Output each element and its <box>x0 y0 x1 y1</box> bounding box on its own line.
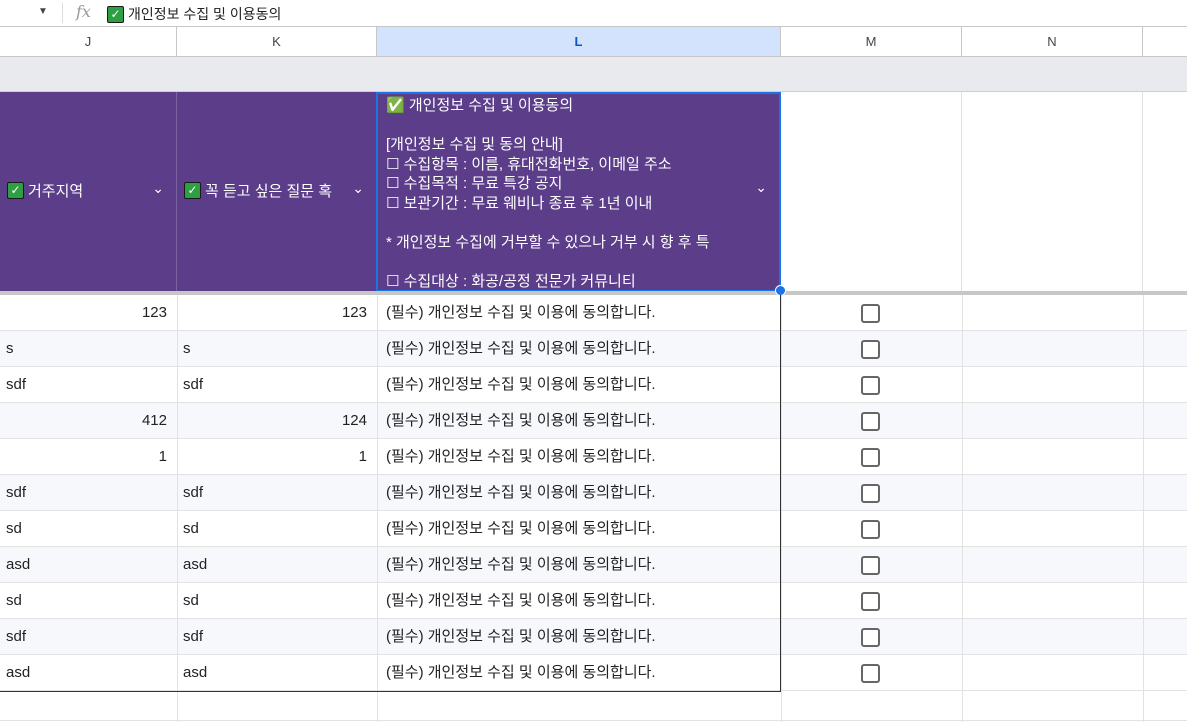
checkbox[interactable] <box>861 556 880 575</box>
cell-l[interactable]: (필수) 개인정보 수집 및 이용에 동의합니다. <box>377 367 781 403</box>
grid-line <box>1143 295 1144 722</box>
header-cell-l[interactable]: ✅ 개인정보 수집 및 이용동의 [개인정보 수집 및 동의 안내] ☐ 수집항… <box>376 92 781 292</box>
header-cell-k[interactable]: ✓ 꼭 듣고 싶은 질문 혹 ⌄ <box>177 92 377 292</box>
empty-row <box>0 691 1187 721</box>
cell-l[interactable]: (필수) 개인정보 수집 및 이용에 동의합니다. <box>377 583 781 619</box>
table-row: asd asd (필수) 개인정보 수집 및 이용에 동의합니다. <box>0 547 1187 583</box>
column-header-n[interactable]: N <box>962 27 1143 57</box>
cell-k[interactable]: sdf <box>177 475 377 511</box>
checkmark-icon: ✓ <box>7 182 24 199</box>
checkmark-icon: ✓ <box>107 5 124 23</box>
column-header-j[interactable]: J <box>0 27 177 57</box>
cell-j[interactable]: s <box>0 331 177 367</box>
cell-l[interactable]: (필수) 개인정보 수집 및 이용에 동의합니다. <box>377 655 781 691</box>
cell-l[interactable]: (필수) 개인정보 수집 및 이용에 동의합니다. <box>377 475 781 511</box>
grid-line <box>177 295 178 722</box>
cell-k[interactable]: s <box>177 331 377 367</box>
table-row: sd sd (필수) 개인정보 수집 및 이용에 동의합니다. <box>0 583 1187 619</box>
table-row: sdf sdf (필수) 개인정보 수집 및 이용에 동의합니다. <box>0 367 1187 403</box>
frozen-row <box>0 57 1187 92</box>
cell-k[interactable]: asd <box>177 655 377 691</box>
cell-k[interactable]: sd <box>177 511 377 547</box>
formula-input[interactable]: ✓ 개인정보 수집 및 이용동의 <box>107 4 281 24</box>
cell-j[interactable]: 1 <box>0 439 177 475</box>
checkbox[interactable] <box>861 412 880 431</box>
formula-bar: ▼ fx ✓ 개인정보 수집 및 이용동의 <box>0 0 1187 27</box>
cell-j[interactable]: asd <box>0 547 177 583</box>
cell-k[interactable]: sdf <box>177 619 377 655</box>
table-row: sdf sdf (필수) 개인정보 수집 및 이용에 동의합니다. <box>0 475 1187 511</box>
column-header-l[interactable]: L <box>377 27 781 57</box>
cell-j[interactable]: sdf <box>0 619 177 655</box>
cell-l[interactable]: (필수) 개인정보 수집 및 이용에 동의합니다. <box>377 439 781 475</box>
header-label: 꼭 듣고 싶은 질문 혹 <box>205 183 333 200</box>
cell-l[interactable]: (필수) 개인정보 수집 및 이용에 동의합니다. <box>377 295 781 331</box>
header-label: 거주지역 <box>28 183 84 200</box>
cell-k[interactable]: sd <box>177 583 377 619</box>
name-box-dropdown-icon[interactable]: ▼ <box>38 6 48 17</box>
checkbox[interactable] <box>861 520 880 539</box>
header-cell-m[interactable] <box>781 92 962 292</box>
checkbox[interactable] <box>861 628 880 647</box>
cell-j[interactable]: asd <box>0 655 177 691</box>
cell-j[interactable]: 412 <box>0 403 177 439</box>
cell-j[interactable]: sd <box>0 511 177 547</box>
cell-k[interactable]: asd <box>177 547 377 583</box>
cell-l[interactable]: (필수) 개인정보 수집 및 이용에 동의합니다. <box>377 331 781 367</box>
checkbox[interactable] <box>861 664 880 683</box>
checkbox[interactable] <box>861 304 880 323</box>
checkmark-icon: ✓ <box>184 182 201 199</box>
checkbox[interactable] <box>861 448 880 467</box>
formula-value: 개인정보 수집 및 이용동의 <box>128 6 282 22</box>
column-header-o[interactable] <box>1143 27 1187 57</box>
table-row: 412 124 (필수) 개인정보 수집 및 이용에 동의합니다. <box>0 403 1187 439</box>
cell-l[interactable]: (필수) 개인정보 수집 및 이용에 동의합니다. <box>377 619 781 655</box>
fx-icon: fx <box>76 2 91 21</box>
grid-line <box>377 295 378 722</box>
cell-l[interactable]: (필수) 개인정보 수집 및 이용에 동의합니다. <box>377 403 781 439</box>
cell-j[interactable]: 123 <box>0 295 177 331</box>
header-cell-n[interactable] <box>962 92 1143 292</box>
divider <box>62 3 63 23</box>
table-row: 123 123 (필수) 개인정보 수집 및 이용에 동의합니다. <box>0 295 1187 331</box>
cell-l[interactable]: (필수) 개인정보 수집 및 이용에 동의합니다. <box>377 511 781 547</box>
cell-k[interactable]: 123 <box>177 295 377 331</box>
grid-line <box>962 295 963 722</box>
cell-k[interactable]: sdf <box>177 367 377 403</box>
checkbox[interactable] <box>861 592 880 611</box>
cell-l[interactable]: (필수) 개인정보 수집 및 이용에 동의합니다. <box>377 547 781 583</box>
header-label: ✅ 개인정보 수집 및 이용동의 [개인정보 수집 및 동의 안내] ☐ 수집항… <box>386 97 710 290</box>
cell-k[interactable]: 1 <box>177 439 377 475</box>
cell-k[interactable]: 124 <box>177 403 377 439</box>
chevron-down-icon[interactable]: ⌄ <box>152 180 164 197</box>
table-row: asd asd (필수) 개인정보 수집 및 이용에 동의합니다. <box>0 655 1187 691</box>
checkbox[interactable] <box>861 340 880 359</box>
table-row: s s (필수) 개인정보 수집 및 이용에 동의합니다. <box>0 331 1187 367</box>
header-cell-j[interactable]: ✓ 거주지역 ⌄ <box>0 92 177 292</box>
table-row: 1 1 (필수) 개인정보 수집 및 이용에 동의합니다. <box>0 439 1187 475</box>
cell-j[interactable]: sdf <box>0 475 177 511</box>
chevron-down-icon[interactable]: ⌄ <box>755 178 767 198</box>
column-header-k[interactable]: K <box>177 27 377 57</box>
cell-j[interactable]: sd <box>0 583 177 619</box>
chevron-down-icon[interactable]: ⌄ <box>352 180 364 197</box>
table-row: sdf sdf (필수) 개인정보 수집 및 이용에 동의합니다. <box>0 619 1187 655</box>
table-row: sd sd (필수) 개인정보 수집 및 이용에 동의합니다. <box>0 511 1187 547</box>
checkbox[interactable] <box>861 376 880 395</box>
grid-line <box>781 295 782 722</box>
cell-j[interactable]: sdf <box>0 367 177 403</box>
checkbox[interactable] <box>861 484 880 503</box>
column-header-m[interactable]: M <box>781 27 962 57</box>
